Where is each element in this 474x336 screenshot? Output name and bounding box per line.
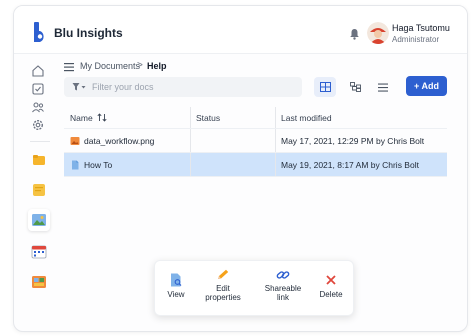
grid-view-button[interactable] — [314, 77, 336, 97]
sidebar — [26, 61, 54, 311]
sidebar-divider — [30, 141, 50, 142]
media-app-icon — [32, 276, 46, 288]
column-divider — [275, 153, 276, 176]
column-header-name-label: Name — [70, 112, 93, 123]
close-icon — [326, 275, 336, 285]
avatar[interactable] — [367, 22, 389, 44]
filter-input[interactable] — [92, 80, 292, 94]
edit-properties-action-button[interactable]: Edit properties — [199, 269, 247, 302]
row-name-cell: data_workflow.png — [70, 129, 190, 152]
link-icon — [276, 271, 290, 279]
column-header-status[interactable]: Status — [196, 107, 270, 128]
document-icon — [72, 160, 79, 169]
row-name-cell: How To — [70, 153, 190, 176]
calendar-app-icon — [31, 245, 47, 259]
row-name: How To — [84, 159, 113, 170]
breadcrumb-current: Help — [147, 61, 167, 71]
filter-icon[interactable] — [72, 82, 86, 92]
sidebar-app-media[interactable] — [28, 271, 50, 293]
breadcrumb-separator: > — [137, 60, 143, 71]
user-role: Administrator — [392, 35, 440, 44]
menu-icon[interactable] — [64, 62, 74, 72]
column-divider — [275, 107, 276, 128]
tree-view-icon — [349, 82, 361, 92]
add-button[interactable]: + Add — [406, 76, 447, 96]
share-action-label-line1: Shareable — [264, 284, 302, 293]
row-status — [196, 129, 270, 152]
column-divider — [190, 153, 191, 176]
column-divider — [275, 129, 276, 152]
view-document-icon — [171, 273, 182, 287]
delete-action-button[interactable]: Delete — [315, 273, 347, 299]
row-name: data_workflow.png — [84, 135, 155, 146]
blu-insights-logo-icon — [34, 22, 44, 42]
folder-app-icon — [33, 155, 45, 165]
sort-icon[interactable] — [97, 113, 107, 122]
pencil-icon — [218, 269, 229, 279]
table-header-row: Name Status Last modified — [64, 107, 447, 129]
list-view-icon — [378, 83, 388, 92]
gear-icon[interactable] — [31, 118, 45, 132]
view-action-button[interactable]: View — [163, 273, 189, 299]
table-row-selected[interactable]: How To May 19, 2021, 8:17 AM by Chris Bo… — [64, 153, 447, 177]
delete-action-label: Delete — [319, 290, 343, 299]
shareable-link-action-button[interactable]: Shareable link — [259, 269, 307, 302]
app-brand: Blu Insights — [54, 26, 123, 40]
share-action-label-line2: link — [276, 293, 289, 302]
column-header-modified[interactable]: Last modified — [281, 107, 441, 128]
edit-action-label-line2: properties — [205, 293, 241, 302]
tree-view-button[interactable] — [344, 77, 366, 97]
bell-icon[interactable] — [349, 28, 360, 40]
home-icon[interactable] — [31, 64, 45, 78]
user-name: Haga Tsutomu — [392, 23, 450, 33]
sidebar-app-folder[interactable] — [28, 149, 50, 171]
column-divider — [190, 107, 191, 128]
app-header: Blu Insights Haga Tsutomu Administrator — [14, 6, 467, 54]
row-status — [196, 153, 270, 176]
column-header-name[interactable]: Name — [70, 107, 190, 128]
app-window: Blu Insights Haga Tsutomu Administrator — [13, 5, 468, 332]
notes-app-icon — [33, 184, 45, 196]
edit-action-label-line1: Edit — [216, 284, 230, 293]
sidebar-app-notes[interactable] — [28, 179, 50, 201]
row-modified: May 17, 2021, 12:29 PM by Chris Bolt — [281, 135, 425, 146]
documents-table: Name Status Last modified data_workflow.… — [64, 107, 447, 177]
image-gallery-app-icon — [32, 214, 46, 226]
row-modified: May 19, 2021, 8:17 AM by Chris Bolt — [281, 159, 419, 170]
view-action-label: View — [167, 290, 185, 299]
sidebar-app-calendar[interactable] — [28, 241, 50, 263]
table-view-icon — [319, 82, 331, 92]
image-file-icon — [70, 136, 80, 145]
users-icon[interactable] — [31, 100, 45, 114]
list-view-button[interactable] — [372, 77, 394, 97]
filter-box — [64, 77, 302, 97]
selection-action-bar: View Edit properties Shareable link Dele… — [154, 260, 354, 316]
column-divider — [190, 129, 191, 152]
breadcrumb-my-documents[interactable]: My Documents — [80, 61, 140, 71]
sidebar-app-documents[interactable] — [28, 209, 50, 231]
table-row[interactable]: data_workflow.png May 17, 2021, 12:29 PM… — [64, 129, 447, 153]
checklist-icon[interactable] — [31, 82, 45, 96]
